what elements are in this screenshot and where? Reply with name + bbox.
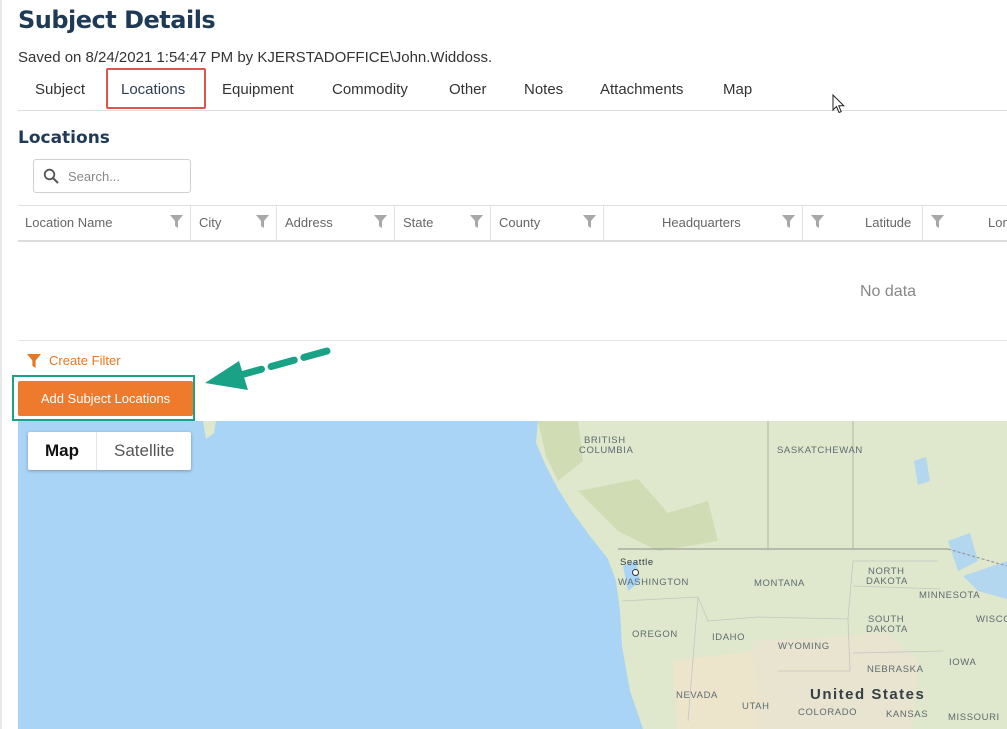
map-label-seattle: Seattle: [620, 557, 654, 568]
column-header-location-name[interactable]: Location Name: [25, 206, 112, 240]
filter-icon[interactable]: [583, 215, 596, 228]
tab-other[interactable]: Other: [449, 70, 487, 110]
tab-notes[interactable]: Notes: [524, 70, 563, 110]
column-header-county[interactable]: County: [499, 206, 540, 240]
no-data-message: No data: [860, 283, 917, 300]
map-label-montana: MONTANA: [754, 578, 805, 589]
map-label-south-dakota-line2: DAKOTA: [866, 624, 908, 635]
map-label-wyoming: WYOMING: [778, 641, 830, 652]
column-separator: [802, 206, 803, 240]
filter-icon[interactable]: [374, 215, 387, 228]
filter-icon[interactable]: [170, 215, 183, 228]
column-separator: [190, 206, 191, 240]
locations-section-title: Locations: [18, 128, 110, 148]
filter-icon[interactable]: [470, 215, 483, 228]
map-label-united-states: United States: [810, 686, 926, 703]
map-label-nebraska: NEBRASKA: [867, 664, 924, 675]
locations-grid-header: Location Name City Address State County …: [18, 205, 1007, 242]
tab-map[interactable]: Map: [723, 70, 752, 110]
search-icon: [43, 168, 59, 184]
column-header-address[interactable]: Address: [285, 206, 333, 240]
search-box: [33, 159, 191, 193]
seattle-marker-icon: [632, 569, 639, 576]
column-separator: [394, 206, 395, 240]
column-header-state[interactable]: State: [403, 206, 433, 240]
tab-attachments[interactable]: Attachments: [600, 70, 683, 110]
column-separator: [603, 206, 604, 240]
column-header-latitude[interactable]: Latitude: [865, 206, 911, 240]
add-subject-locations-button[interactable]: Add Subject Locations: [18, 381, 193, 416]
tab-equipment[interactable]: Equipment: [222, 70, 294, 110]
map-label-kansas: KANSAS: [886, 709, 929, 720]
map-type-map-button[interactable]: Map: [28, 432, 97, 470]
map-view[interactable]: Map Satellite BRITISH COLUMBIA SASKATCHE…: [18, 421, 1007, 729]
map-label-saskatchewan: SASKATCHEWAN: [777, 445, 863, 456]
filter-icon[interactable]: [811, 215, 824, 228]
column-separator: [490, 206, 491, 240]
map-label-north-dakota-line2: DAKOTA: [866, 576, 908, 587]
mouse-cursor-icon: [832, 94, 846, 114]
filter-icon[interactable]: [782, 215, 795, 228]
map-label-oregon: OREGON: [632, 629, 678, 640]
tab-subject[interactable]: Subject: [35, 70, 85, 110]
filter-icon[interactable]: [931, 215, 944, 228]
page-title: Subject Details: [18, 6, 216, 34]
column-header-headquarters[interactable]: Headquarters: [662, 206, 741, 240]
map-label-missouri: MISSOURI: [948, 712, 1000, 723]
filter-icon: [27, 354, 41, 368]
map-type-control: Map Satellite: [28, 432, 192, 470]
column-header-city[interactable]: City: [199, 206, 221, 240]
map-label-iowa: IOWA: [949, 657, 977, 668]
filter-icon[interactable]: [256, 215, 269, 228]
dashed-arrow-annotation: [205, 347, 331, 390]
map-label-british-columbia-line2: COLUMBIA: [579, 445, 634, 456]
grid-bottom-border: [18, 340, 1007, 341]
column-separator: [276, 206, 277, 240]
column-separator: [922, 206, 923, 240]
tab-commodity[interactable]: Commodity: [332, 70, 408, 110]
map-label-minnesota: MINNESOTA: [919, 590, 981, 601]
search-input[interactable]: [68, 166, 186, 186]
locations-tab-highlight: [106, 68, 206, 109]
map-label-nevada: NEVADA: [676, 690, 718, 701]
map-type-satellite-button[interactable]: Satellite: [97, 432, 191, 470]
map-label-colorado: COLORADO: [798, 707, 858, 718]
left-border: [0, 0, 2, 729]
map-label-washington: WASHINGTON: [618, 577, 689, 588]
map-label-idaho: IDAHO: [712, 632, 746, 643]
map-label-utah: UTAH: [742, 701, 770, 712]
map-label-wisconsin: WISCO: [976, 614, 1007, 625]
create-filter-label: Create Filter: [49, 353, 121, 368]
saved-status: Saved on 8/24/2021 1:54:47 PM by KJERSTA…: [18, 49, 493, 66]
column-header-longitude[interactable]: Lon: [988, 206, 1007, 240]
